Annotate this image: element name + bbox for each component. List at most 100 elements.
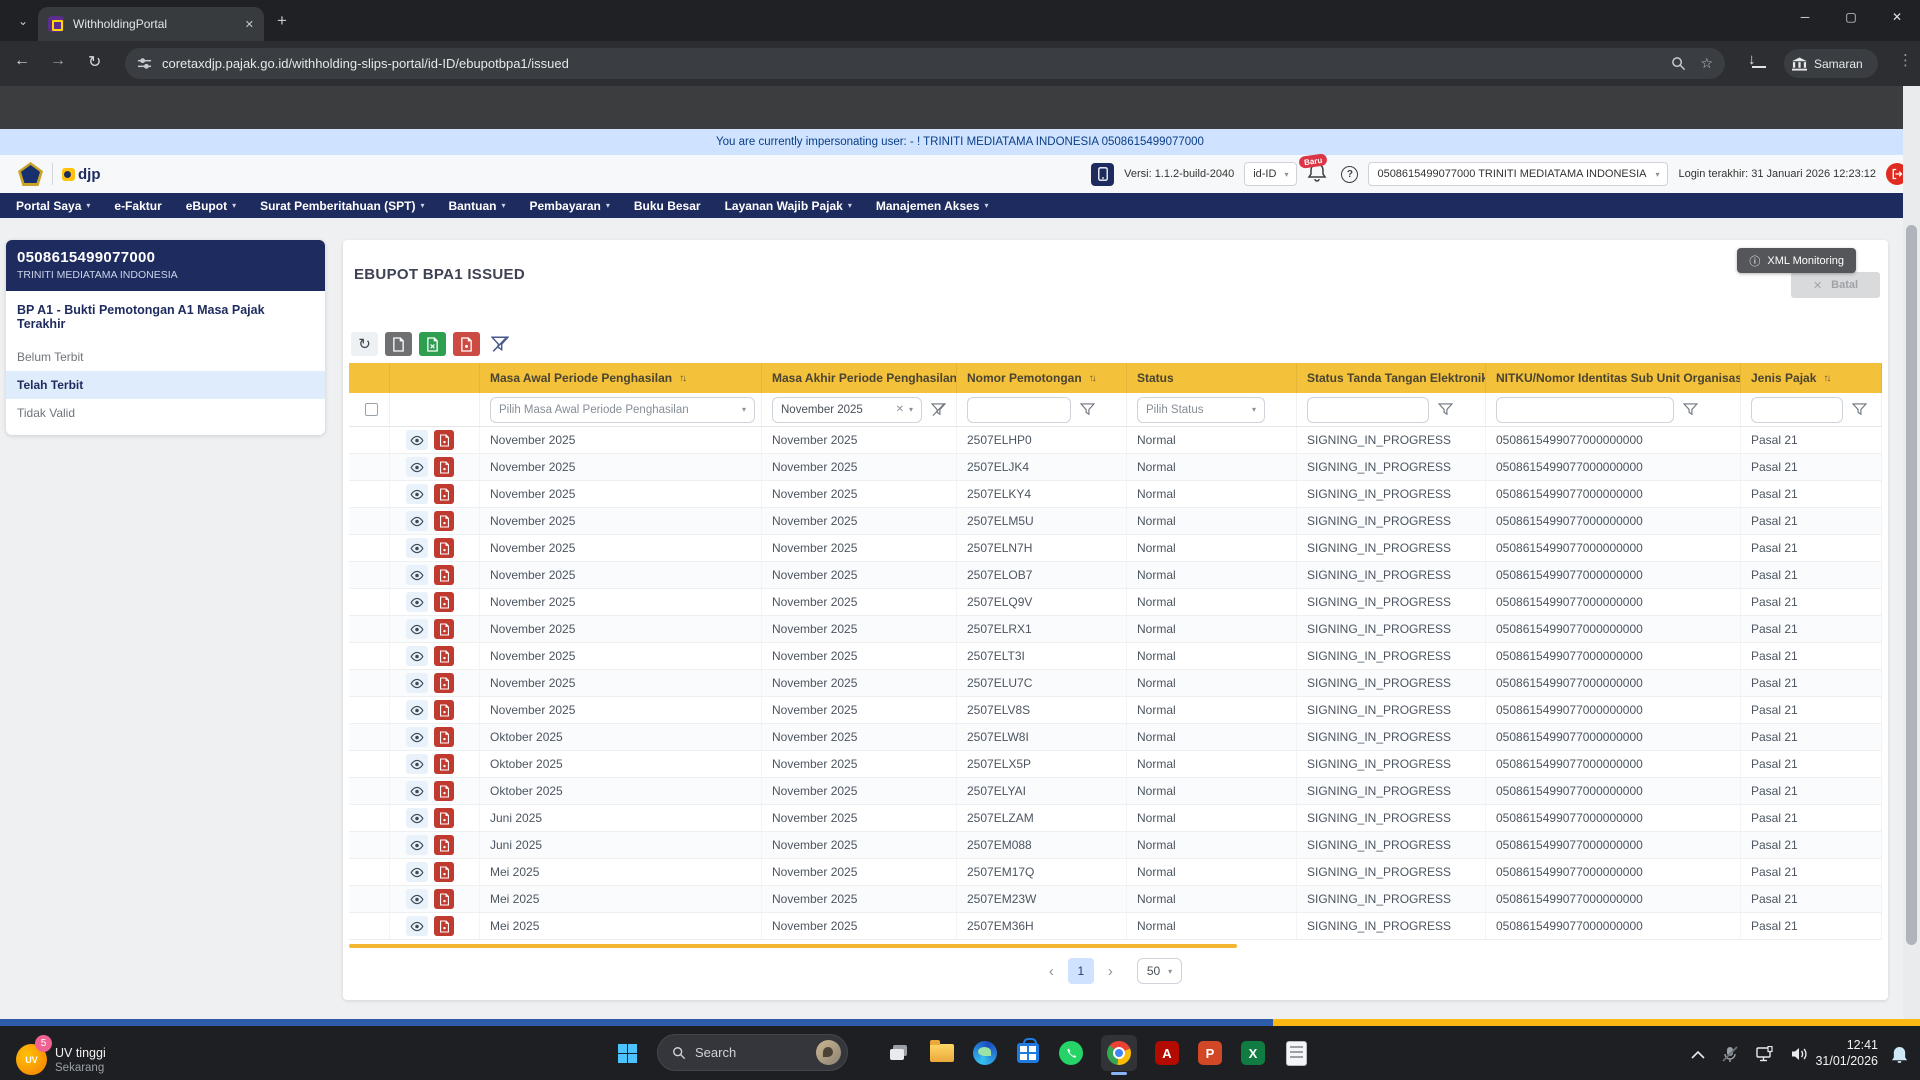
table-row[interactable]: Oktober 2025 November 2025 2507ELX5P Nor…: [349, 751, 1882, 778]
column-header[interactable]: Masa Awal Periode Penghasilan↑↓: [480, 363, 762, 393]
taskbar-search[interactable]: Search: [657, 1034, 848, 1071]
nav-item-surat-pemberitahuan-spt-[interactable]: Surat Pemberitahuan (SPT)▾: [260, 199, 424, 213]
browser-menu-kebab-icon[interactable]: ⋮: [1898, 51, 1913, 69]
browser-profile-chip[interactable]: Samaran: [1784, 49, 1878, 78]
edge-browser-icon[interactable]: [972, 1040, 998, 1066]
export-excel-button[interactable]: [419, 332, 446, 356]
cancel-button[interactable]: ✕ Batal: [1791, 272, 1880, 298]
select-all-checkbox[interactable]: [365, 403, 378, 416]
view-row-button[interactable]: [406, 565, 428, 585]
address-bar[interactable]: coretaxdjp.pajak.go.id/withholding-slips…: [125, 48, 1725, 79]
filter-funnel-icon[interactable]: [1683, 402, 1698, 417]
table-row[interactable]: November 2025 November 2025 2507ELQ9V No…: [349, 589, 1882, 616]
download-pdf-button[interactable]: [434, 727, 454, 747]
table-row[interactable]: Oktober 2025 November 2025 2507ELW8I Nor…: [349, 724, 1882, 751]
view-row-button[interactable]: [406, 457, 428, 477]
view-row-button[interactable]: [406, 646, 428, 666]
table-row[interactable]: November 2025 November 2025 2507ELHP0 No…: [349, 427, 1882, 454]
back-button[interactable]: ←: [14, 52, 30, 70]
browser-tab[interactable]: WithholdingPortal ✕: [38, 7, 264, 41]
download-pdf-button[interactable]: [434, 862, 454, 882]
view-row-button[interactable]: [406, 592, 428, 612]
filter-nomor-input[interactable]: [967, 397, 1071, 423]
table-row[interactable]: November 2025 November 2025 2507ELV8S No…: [349, 697, 1882, 724]
download-pdf-button[interactable]: [434, 835, 454, 855]
excel-icon[interactable]: X: [1240, 1040, 1266, 1066]
clear-filters-icon[interactable]: [491, 335, 509, 353]
sort-icon[interactable]: ↑↓: [1823, 373, 1829, 384]
view-row-button[interactable]: [406, 619, 428, 639]
page-scrollbar-thumb[interactable]: [1906, 225, 1917, 945]
nav-item-e-faktur[interactable]: e-Faktur: [114, 199, 161, 213]
table-row[interactable]: Mei 2025 November 2025 2507EM17Q Normal …: [349, 859, 1882, 886]
tray-chevron-up-icon[interactable]: [1691, 1050, 1705, 1059]
view-row-button[interactable]: [406, 808, 428, 828]
table-row[interactable]: November 2025 November 2025 2507ELKY4 No…: [349, 481, 1882, 508]
filter-funnel-icon[interactable]: [1438, 402, 1453, 417]
task-view-button[interactable]: [886, 1040, 912, 1066]
view-row-button[interactable]: [406, 484, 428, 504]
language-select[interactable]: id-ID ▾: [1244, 162, 1297, 186]
mic-muted-icon[interactable]: [1721, 1046, 1739, 1062]
sidebar-item-tidak-valid[interactable]: Tidak Valid: [6, 399, 325, 427]
page-scrollbar[interactable]: [1903, 86, 1920, 1019]
view-row-button[interactable]: [406, 781, 428, 801]
filter-jenis-pajak-input[interactable]: [1751, 397, 1843, 423]
table-row[interactable]: Juni 2025 November 2025 2507ELZAM Normal…: [349, 805, 1882, 832]
view-row-button[interactable]: [406, 889, 428, 909]
download-pdf-button[interactable]: [434, 565, 454, 585]
column-header[interactable]: Jenis Pajak↑↓: [1741, 363, 1882, 393]
column-header[interactable]: NITKU/Nomor Identitas Sub Unit Organisas…: [1486, 363, 1741, 393]
table-row[interactable]: November 2025 November 2025 2507ELN7H No…: [349, 535, 1882, 562]
view-row-button[interactable]: [406, 727, 428, 747]
view-row-button[interactable]: [406, 673, 428, 693]
export-pdf-button[interactable]: [453, 332, 480, 356]
start-button[interactable]: [618, 1044, 637, 1063]
search-icon[interactable]: [1671, 56, 1686, 71]
view-row-button[interactable]: [406, 511, 428, 531]
notifications-bell[interactable]: Baru: [1307, 162, 1331, 186]
filter-funnel-icon[interactable]: [1852, 402, 1867, 417]
download-pdf-button[interactable]: [434, 754, 454, 774]
account-select[interactable]: 0508615499077000 TRINITI MEDIATAMA INDON…: [1368, 162, 1668, 186]
notepad-icon[interactable]: [1283, 1040, 1309, 1066]
download-pdf-button[interactable]: [434, 808, 454, 828]
sidebar-section-title[interactable]: BP A1 - Bukti Pemotongan A1 Masa Pajak T…: [6, 291, 325, 343]
download-pdf-button[interactable]: [434, 430, 454, 450]
table-row[interactable]: Juni 2025 November 2025 2507EM088 Normal…: [349, 832, 1882, 859]
volume-icon[interactable]: [1791, 1046, 1810, 1062]
view-row-button[interactable]: [406, 862, 428, 882]
sidebar-item-telah-terbit[interactable]: Telah Terbit: [6, 371, 325, 399]
tab-search-button[interactable]: ⌄: [10, 9, 36, 33]
filter-nitku-input[interactable]: [1496, 397, 1674, 423]
taskbar-weather-widget[interactable]: UV 5 UV tinggi Sekarang: [16, 1044, 106, 1075]
site-settings-tune-icon[interactable]: [137, 56, 152, 71]
table-row[interactable]: November 2025 November 2025 2507ELOB7 No…: [349, 562, 1882, 589]
nav-item-buku-besar[interactable]: Buku Besar: [634, 199, 701, 213]
table-row[interactable]: November 2025 November 2025 2507ELT3I No…: [349, 643, 1882, 670]
download-pdf-button[interactable]: [434, 457, 454, 477]
window-maximize-button[interactable]: ▢: [1828, 0, 1874, 34]
table-row[interactable]: November 2025 November 2025 2507ELM5U No…: [349, 508, 1882, 535]
djp-logo[interactable]: djp: [62, 166, 101, 183]
powerpoint-icon[interactable]: P: [1197, 1040, 1223, 1066]
view-row-button[interactable]: [406, 916, 428, 936]
page-size-select[interactable]: 50 ▾: [1137, 958, 1182, 984]
export-csv-button[interactable]: [385, 332, 412, 356]
download-pdf-button[interactable]: [434, 484, 454, 504]
download-pdf-button[interactable]: [434, 889, 454, 909]
ethernet-icon[interactable]: [1755, 1046, 1775, 1062]
help-button[interactable]: ?: [1341, 166, 1358, 183]
filter-masa-awal-select[interactable]: Pilih Masa Awal Periode Penghasilan ▾: [490, 397, 755, 423]
adobe-acrobat-icon[interactable]: A: [1154, 1040, 1180, 1066]
table-row[interactable]: Mei 2025 November 2025 2507EM23W Normal …: [349, 886, 1882, 913]
view-row-button[interactable]: [406, 700, 428, 720]
chrome-icon[interactable]: [1101, 1035, 1137, 1071]
table-row[interactable]: November 2025 November 2025 2507ELRX1 No…: [349, 616, 1882, 643]
search-highlights-icon[interactable]: [816, 1040, 841, 1065]
download-pdf-button[interactable]: [434, 538, 454, 558]
nav-item-manajemen-akses[interactable]: Manajemen Akses▾: [876, 199, 989, 213]
new-tab-button[interactable]: +: [277, 10, 287, 32]
view-row-button[interactable]: [406, 754, 428, 774]
filter-masa-akhir-select[interactable]: November 2025 ✕ ▾: [772, 397, 922, 423]
